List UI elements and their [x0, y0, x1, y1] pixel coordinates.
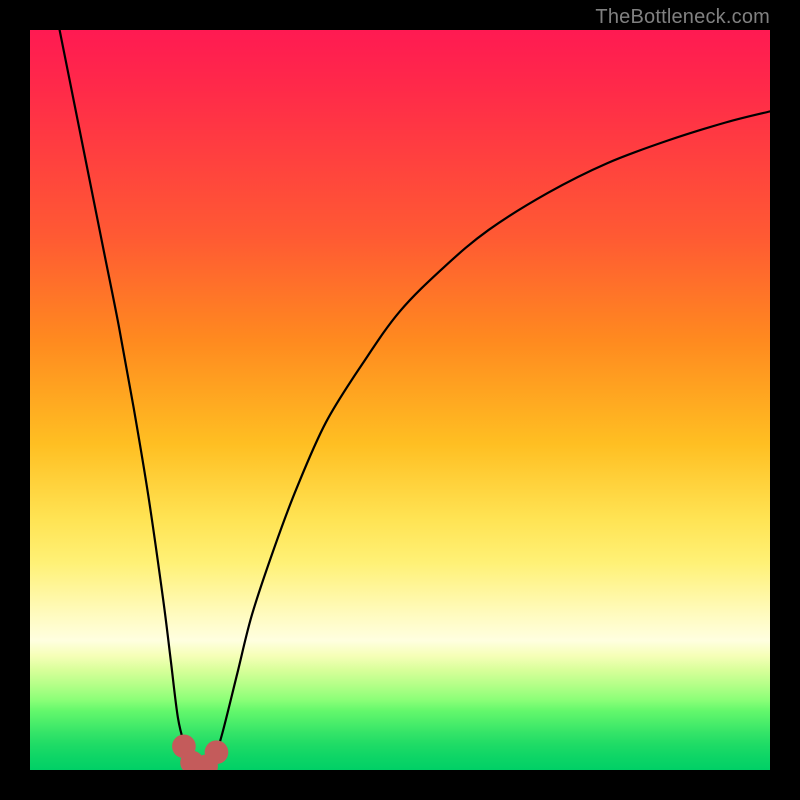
watermark-label: TheBottleneck.com: [595, 6, 770, 29]
curve-right-branch: [211, 111, 770, 770]
chart-frame: TheBottleneck.com: [0, 0, 800, 800]
curve-layer: [30, 30, 770, 770]
plot-area: [30, 30, 770, 770]
trough-marker: [205, 740, 229, 764]
curve-left-branch: [60, 30, 193, 770]
